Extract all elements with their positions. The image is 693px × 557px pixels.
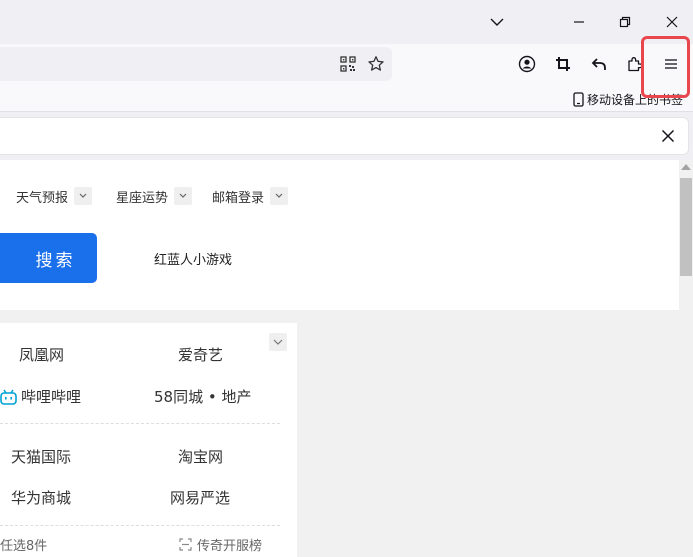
minimize-button[interactable] (563, 6, 595, 38)
list-all-tabs-button[interactable] (481, 6, 513, 38)
quick-link-label: 邮箱登录 (212, 190, 265, 206)
ranking-link[interactable]: 传奇开服榜 (179, 535, 262, 554)
restore-icon (619, 16, 631, 28)
undo-button[interactable] (584, 49, 614, 79)
scan-frame-icon (179, 538, 192, 551)
dropdown-chevron-icon[interactable] (174, 187, 193, 205)
quick-link-label: 星座运势 (116, 190, 169, 206)
quick-link-horoscope[interactable]: 星座运势 (116, 186, 193, 206)
bookmark-star-button[interactable] (361, 49, 391, 79)
close-icon (666, 16, 678, 28)
site-link-huawei-store[interactable]: 华为商城 (11, 487, 71, 508)
mobile-phone-icon (573, 91, 584, 107)
hot-search-link[interactable]: 红蓝人小游戏 (154, 249, 232, 268)
site-link-58-realestate[interactable]: 58同城 • 地产 (154, 386, 251, 407)
qr-code-button[interactable] (333, 49, 363, 79)
menu-highlight-box (641, 36, 690, 98)
ranking-label: 传奇开服榜 (197, 539, 263, 554)
promo-link[interactable]: 任选8件 (0, 535, 47, 554)
account-icon (518, 55, 536, 73)
divider (0, 525, 280, 526)
quick-link-label: 天气预报 (16, 190, 69, 206)
undo-arrow-icon (591, 58, 606, 70)
screenshot-button[interactable] (548, 49, 578, 79)
dropdown-chevron-icon[interactable] (74, 187, 93, 205)
close-icon (661, 129, 675, 143)
search-button[interactable]: 搜索 (0, 233, 97, 283)
bookmarks-toolbar: 移动设备上的书签 (0, 86, 693, 112)
bilibili-icon (0, 389, 17, 405)
scrollbar-thumb[interactable] (680, 178, 692, 276)
star-icon (368, 56, 384, 71)
dropdown-chevron-icon[interactable] (270, 187, 289, 205)
site-link-tmall-global[interactable]: 天猫国际 (11, 446, 71, 467)
site-link-iqiyi[interactable]: 爱奇艺 (178, 344, 223, 365)
site-link-taobao[interactable]: 淘宝网 (178, 446, 223, 467)
collapse-button[interactable] (269, 333, 287, 351)
navigation-toolbar (0, 44, 693, 86)
scroll-up-arrow-icon[interactable] (681, 164, 691, 170)
quick-link-weather[interactable]: 天气预报 (16, 186, 93, 206)
chevron-down-icon (490, 18, 504, 26)
chevron-down-icon (273, 339, 283, 345)
close-bar-button[interactable] (653, 121, 683, 151)
crop-icon (556, 57, 570, 71)
qr-code-icon (340, 56, 356, 72)
site-link-bilibili[interactable]: 哔哩哔哩 (0, 386, 81, 407)
search-panel (0, 160, 679, 310)
notification-bar (0, 117, 689, 155)
site-link-ifeng[interactable]: 凤凰网 (19, 344, 64, 365)
quick-link-email[interactable]: 邮箱登录 (212, 186, 289, 206)
account-button[interactable] (512, 49, 542, 79)
minimize-icon (574, 21, 584, 23)
restore-button[interactable] (609, 6, 641, 38)
divider (0, 423, 280, 424)
site-label: 哔哩哔哩 (21, 388, 82, 406)
url-bar[interactable] (0, 47, 392, 81)
title-bar (0, 0, 693, 44)
close-window-button[interactable] (656, 6, 688, 38)
site-link-netease-yanxuan[interactable]: 网易严选 (170, 487, 230, 508)
